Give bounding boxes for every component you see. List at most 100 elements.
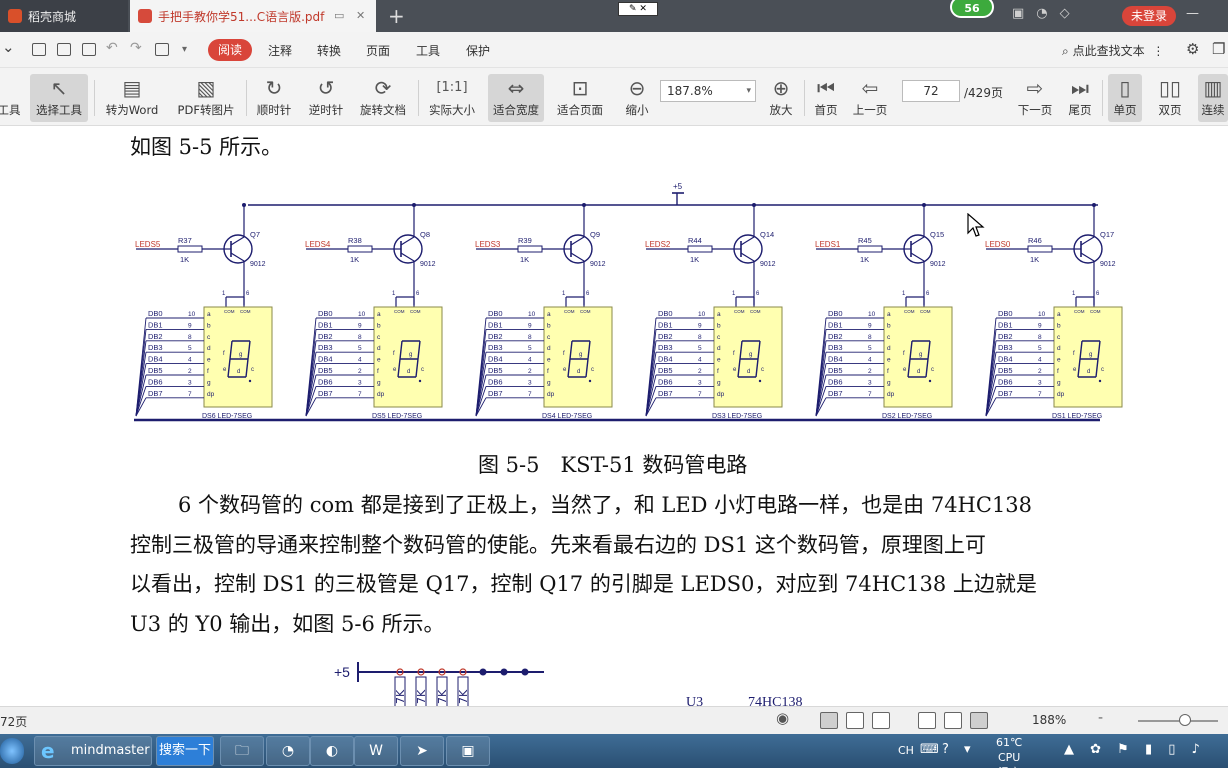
menu-expand-icon[interactable]: ⌄ (2, 38, 15, 56)
pdf-to-image-button[interactable]: ▧ PDF转图片 (172, 74, 240, 122)
pin-tab-icon[interactable]: ▭ (334, 9, 344, 22)
com-pin-number: 1 (562, 291, 566, 297)
rotate-document-button[interactable]: ⟳ 旋转文档 (356, 74, 410, 122)
resistor (1027, 245, 1053, 253)
resistor-value: 1K (180, 255, 189, 264)
taskbar-app-clock[interactable]: ◔ (266, 736, 310, 766)
data-line-label: DB3 (658, 343, 673, 352)
zoom-in-button[interactable]: ⊕ 放大 (764, 74, 798, 122)
zoom-slider-track[interactable] (1138, 720, 1218, 722)
login-button[interactable]: 未登录 (1122, 6, 1176, 26)
segment-pin-label: d (887, 345, 891, 352)
zoom-out-button[interactable]: ⊖ 缩小 (620, 74, 654, 122)
first-page-button[interactable]: ⏮ 首页 (810, 74, 842, 122)
skin-icon[interactable]: ◔ (1036, 6, 1047, 21)
rotate-clockwise-button[interactable]: ↻ 顺时针 (252, 74, 296, 122)
tools-button[interactable]: 工具 (0, 74, 22, 122)
actual-size-button[interactable]: [1:1] 实际大小 (424, 74, 480, 122)
transistor-collector (740, 252, 755, 262)
resistor-value: 7K (394, 689, 407, 704)
page-total: /429页 (964, 86, 1003, 100)
menu-convert[interactable]: 转换 (317, 42, 341, 59)
open-folder-icon[interactable] (32, 43, 46, 56)
zoom-slider-handle[interactable] (1179, 714, 1191, 726)
transistor-part-label: 9012 (760, 261, 776, 268)
taskbar-app-terminal[interactable]: ▣ (446, 736, 490, 766)
export-icon[interactable] (155, 43, 169, 56)
taskbar-app-media[interactable]: ◐ (310, 736, 354, 766)
close-tab-icon[interactable]: ✕ (356, 9, 365, 22)
start-button[interactable] (0, 738, 24, 764)
keyboard-icon[interactable]: ⌨ (920, 742, 939, 757)
pin-number: 7 (188, 391, 192, 398)
zoom-select[interactable]: 187.8% ▾ (660, 80, 756, 102)
actual-size-status-icon[interactable] (918, 712, 936, 729)
quick-access-dropdown-icon[interactable]: ▾ (182, 44, 187, 55)
menu-read[interactable]: 阅读 (208, 39, 252, 61)
segment-pin-label: g (547, 379, 551, 386)
book-view-icon[interactable] (872, 712, 890, 729)
minimize-icon[interactable]: — (1186, 6, 1199, 21)
rotate-counterclockwise-button[interactable]: ↺ 逆时针 (304, 74, 348, 122)
find-text-search[interactable]: ⌕ 点此查找文本 ⋮ (1062, 42, 1164, 59)
settings-gear-icon[interactable]: ⚙ (1186, 40, 1199, 58)
window-restore-icon[interactable]: ❐ (1212, 40, 1225, 58)
menu-page[interactable]: 页面 (366, 42, 390, 59)
previous-page-button[interactable]: ⇦ 上一页 (850, 74, 890, 122)
taskbar-ie-mindmaster[interactable]: e mindmaster (34, 736, 152, 766)
taskbar-explorer[interactable]: 🗀 (220, 736, 264, 766)
floating-mini-window[interactable]: ✎ ✕ (618, 2, 658, 16)
data-line-label: DB3 (148, 343, 163, 352)
data-line-label: DB3 (998, 343, 1013, 352)
convert-to-word-button[interactable]: ▤ 转为Word (100, 74, 164, 122)
single-view-icon[interactable] (846, 712, 864, 729)
cpu-temperature[interactable]: 61℃ CPU温度 (996, 735, 1022, 768)
next-page-button[interactable]: ⇨ 下一页 (1014, 74, 1056, 122)
double-page-button[interactable]: ▯▯ 双页 (1150, 74, 1190, 122)
chip-name-label: 74HC138 (748, 695, 802, 706)
shirt-icon[interactable]: ◇ (1060, 6, 1070, 21)
fit-width-button[interactable]: ⇔ 适合宽度 (488, 74, 544, 122)
fit-width-icon: ⇔ (507, 76, 525, 100)
tray-icons[interactable]: ▲ ✿ ⚑ ▮ ▯ ♪ (1064, 742, 1206, 757)
help-icon[interactable]: ? (942, 742, 949, 757)
print-icon[interactable] (82, 43, 96, 56)
select-tool-button[interactable]: ↖ 选择工具 (30, 74, 88, 122)
last-page-button[interactable]: ⏭ 尾页 (1064, 74, 1096, 122)
segment-pin-label: dp (717, 391, 725, 398)
taskbar-search-button[interactable]: 搜索一下 (156, 736, 214, 766)
media-icon: ◐ (325, 743, 339, 759)
tab-daoke-store[interactable]: 稻壳商城 (0, 0, 128, 32)
taskbar-app-send[interactable]: ➤ (400, 736, 444, 766)
undo-icon[interactable]: ↶ (106, 40, 118, 56)
taskbar-wps[interactable]: W (354, 736, 398, 766)
fit-page-button[interactable]: ⊡ 适合页面 (552, 74, 608, 122)
redo-icon[interactable]: ↷ (130, 40, 142, 56)
single-page-button[interactable]: ▯ 单页 (1108, 74, 1142, 122)
document-viewport[interactable]: 如图 5-5 所示。 +5 LEDS5 R37 1K Q7 9012 1 6 COM COM f g e… (0, 127, 1228, 706)
eye-protection-icon[interactable]: ◉ (776, 709, 789, 727)
com-pin-number: 6 (586, 291, 590, 297)
menu-protect[interactable]: 保护 (466, 42, 490, 59)
input-language[interactable]: CH (898, 744, 914, 757)
more-icon[interactable]: ⋮ (1152, 44, 1164, 58)
continuous-view-icon[interactable] (820, 712, 838, 729)
cursor-arrow-icon: ↖ (50, 76, 68, 100)
layout-icon[interactable]: ▣ (1012, 6, 1024, 21)
zoom-minus-button[interactable]: - (1098, 710, 1103, 726)
new-tab-button[interactable]: + (388, 4, 405, 28)
continuous-button[interactable]: ▥ 连续 (1198, 74, 1228, 122)
junction-dot (752, 203, 756, 207)
pin-number: 8 (358, 334, 362, 341)
tray-menu-icon[interactable]: ▾ (964, 742, 971, 757)
menu-tools[interactable]: 工具 (416, 42, 440, 59)
tab-active-pdf[interactable]: 手把手教你学51...C语言版.pdf ▭ ✕ (130, 0, 376, 32)
speed-badge[interactable]: 56 (950, 0, 994, 18)
fit-page-status-icon[interactable] (944, 712, 962, 729)
save-icon[interactable] (57, 43, 71, 56)
fit-width-status-icon[interactable] (970, 712, 988, 729)
page-number-input[interactable]: 72 (902, 80, 960, 102)
menu-annotate[interactable]: 注释 (268, 42, 292, 59)
temperature-label: CPU温度 (997, 751, 1021, 768)
segment-pin-label: g (717, 379, 721, 386)
